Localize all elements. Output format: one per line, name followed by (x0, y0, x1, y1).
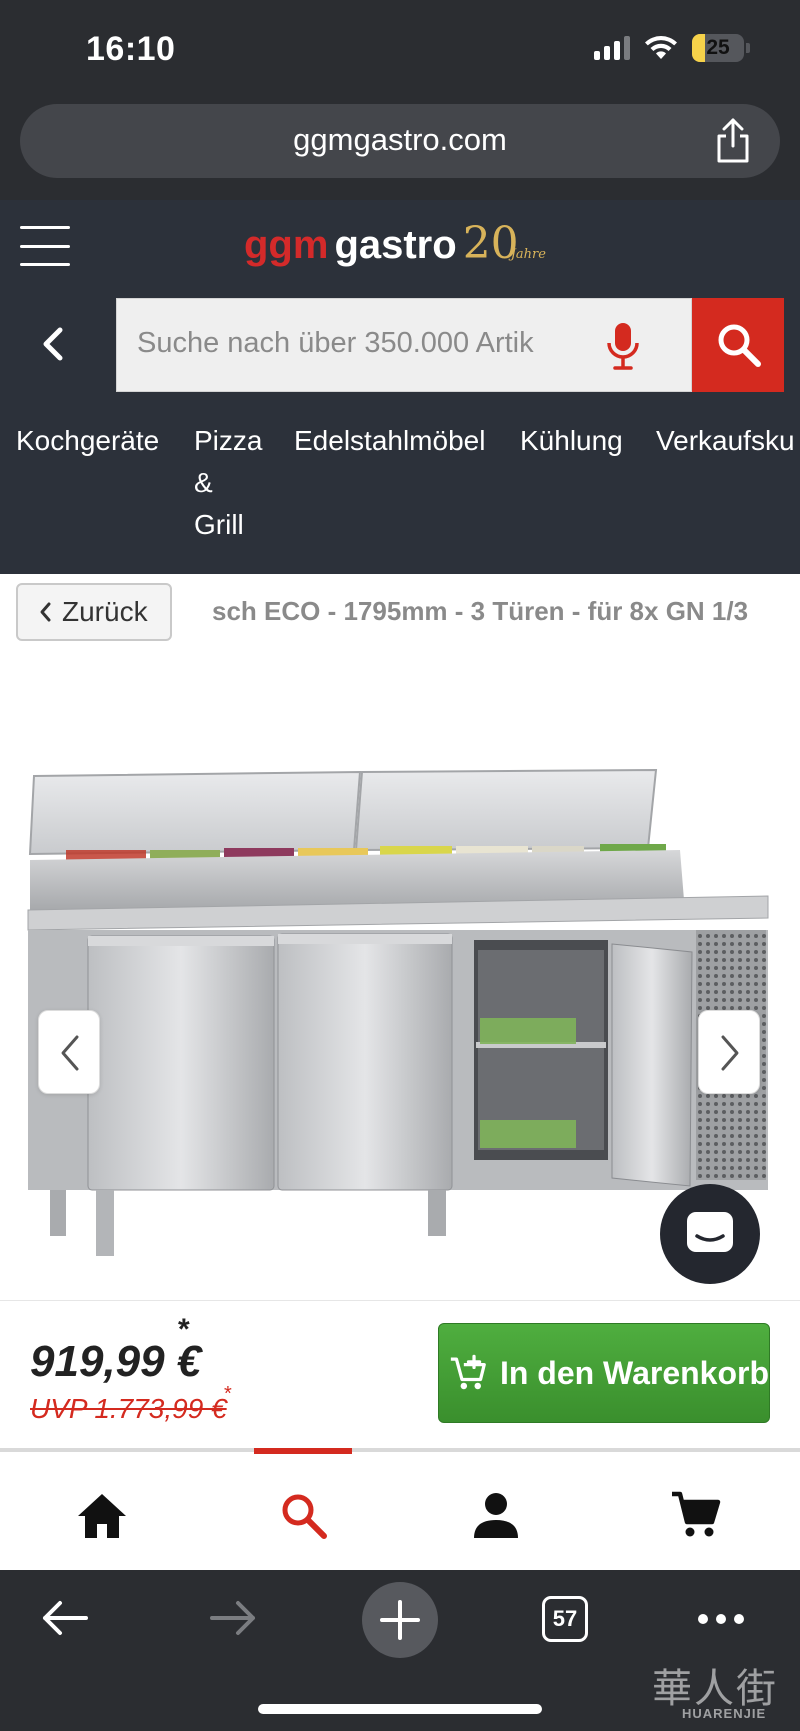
status-time: 16:10 (86, 30, 176, 68)
status-bar: 16:10 25 (0, 0, 800, 100)
search-icon[interactable] (278, 1490, 330, 1540)
site-logo[interactable]: ggm gastro 20 Jahre (244, 218, 546, 274)
site-header: ggm gastro 20 Jahre Suche nach über 350.… (0, 200, 800, 574)
price: 919,99 € (30, 1337, 202, 1386)
user-icon[interactable] (470, 1490, 522, 1540)
address-bar[interactable]: ggmgastro.com (20, 104, 780, 178)
microphone-icon[interactable] (605, 321, 641, 371)
site-bottom-nav (0, 1448, 800, 1570)
menu-icon[interactable] (20, 224, 70, 268)
url-text[interactable]: ggmgastro.com (20, 122, 780, 158)
tab-count: 57 (552, 1606, 578, 1631)
chevron-left-icon[interactable] (38, 324, 68, 364)
add-to-cart-button[interactable]: In den Warenkorb (438, 1323, 770, 1423)
next-image-button[interactable] (698, 1010, 760, 1094)
battery-icon: 25 (692, 34, 750, 62)
cellular-signal-icon (594, 36, 630, 60)
back-button[interactable]: Zurück (16, 583, 172, 641)
home-indicator (258, 1704, 542, 1714)
watermark: 華人街 HUARENJIE (650, 1656, 790, 1726)
active-tab-indicator (254, 1448, 352, 1454)
add-to-cart-icon (450, 1354, 486, 1390)
back-button-label: Zurück (62, 596, 148, 627)
forward-arrow-icon (210, 1601, 255, 1635)
logo-gastro: gastro (334, 223, 457, 267)
tabs-button[interactable]: 57 (542, 1596, 588, 1642)
back-arrow-icon[interactable] (40, 1598, 90, 1638)
battery-percent: 25 (706, 36, 730, 59)
nav-item-pizza-grill[interactable]: Pizza & Grill (194, 420, 262, 546)
nav-item-edelstahlmoebel[interactable]: Edelstahlmöbel (294, 420, 485, 462)
nav-item-kuehlung[interactable]: Kühlung (520, 420, 623, 462)
uvp-price: UVP 1.773,99 € (30, 1393, 227, 1424)
breadcrumb: Zurück sch ECO - 1795mm - 3 Türen - für … (0, 574, 800, 648)
more-icon[interactable] (696, 1612, 746, 1626)
chat-icon (687, 1212, 733, 1252)
chevron-left-icon (40, 602, 51, 622)
browser-address-area: ggmgastro.com (0, 100, 800, 200)
purchase-bar: 919,99 € * UVP 1.773,99 € * In den Waren… (0, 1300, 800, 1448)
nav-item-verkaufskuehlung[interactable]: Verkaufsku (656, 420, 795, 462)
search-input[interactable]: Suche nach über 350.000 Artik (116, 298, 692, 392)
wifi-icon (645, 36, 677, 59)
add-to-cart-label: In den Warenkorb (499, 1354, 769, 1391)
previous-image-button[interactable] (38, 1010, 100, 1094)
chevron-right-icon (721, 1035, 739, 1071)
nav-item-kochgeraete[interactable]: Kochgeräte (16, 420, 159, 462)
logo-ggm: ggm (244, 223, 329, 267)
uvp-footnote: * (224, 1383, 232, 1405)
plus-icon (380, 1600, 420, 1640)
chat-button[interactable] (660, 1184, 760, 1284)
search-placeholder: Suche nach über 350.000 Artik (137, 327, 534, 359)
new-tab-button[interactable] (362, 1582, 438, 1658)
home-icon[interactable] (76, 1490, 128, 1540)
logo-anniversary-suffix: Jahre (510, 247, 546, 262)
browser-toolbar: 57 華人街 HUARENJIE (0, 1570, 800, 1731)
watermark-latin: HUARENJIE (682, 1706, 767, 1721)
cart-icon[interactable] (670, 1490, 722, 1540)
search-button[interactable] (692, 298, 784, 392)
chevron-left-icon (61, 1035, 79, 1071)
price-footnote: * (178, 1313, 190, 1346)
product-title: sch ECO - 1795mm - 3 Türen - für 8x GN 1… (212, 596, 749, 626)
status-indicators: 25 (594, 34, 750, 62)
search-icon (718, 324, 761, 367)
share-icon[interactable] (712, 118, 754, 164)
category-nav: Kochgeräte Pizza & Grill Edelstahlmöbel … (0, 420, 800, 570)
